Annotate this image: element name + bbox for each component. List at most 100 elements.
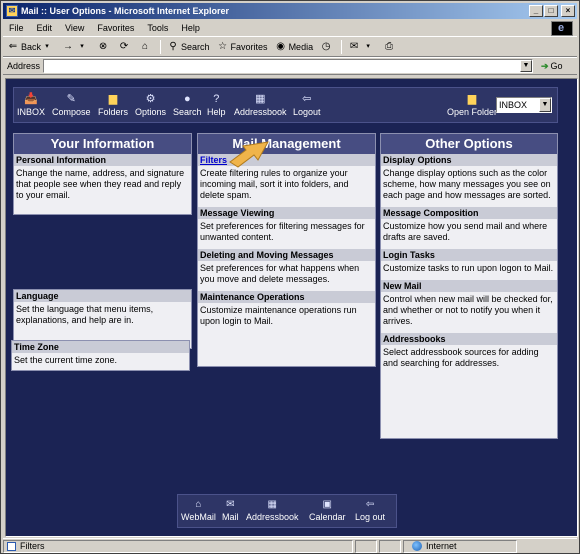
panel-header: Mail Management bbox=[198, 134, 375, 154]
maximize-button[interactable]: □ bbox=[544, 5, 558, 17]
window-title: Mail :: User Options - Microsoft Interne… bbox=[21, 6, 230, 16]
status-cell bbox=[379, 539, 401, 553]
section-title[interactable]: Personal Information bbox=[14, 154, 191, 166]
search-icon: ⚲ bbox=[169, 41, 177, 52]
section-title[interactable]: Maintenance Operations bbox=[198, 291, 375, 303]
title-bar: ✉ Mail :: User Options - Microsoft Inter… bbox=[3, 3, 577, 19]
compose-icon: ✎ bbox=[66, 93, 76, 105]
section-title[interactable]: Display Options bbox=[381, 154, 557, 166]
close-button[interactable]: × bbox=[561, 5, 575, 17]
section-body: Control when new mail will be checked fo… bbox=[383, 294, 553, 326]
time-zone-panel: Time Zone Set the current time zone. bbox=[11, 340, 190, 371]
bottom-nav-mail-label: Mail bbox=[222, 512, 239, 522]
section-body: Select addressbook sources for adding an… bbox=[383, 347, 539, 368]
section-body: Set preferences for what happens when yo… bbox=[200, 263, 360, 284]
nav-addressbook-label: Addressbook bbox=[234, 107, 287, 117]
address-dropdown-button[interactable]: ▼ bbox=[520, 60, 532, 72]
logout-icon: ⇦ bbox=[302, 93, 312, 105]
nav-options-label: Options bbox=[135, 107, 167, 117]
filters-link[interactable]: Filters bbox=[198, 154, 375, 166]
back-label: Back bbox=[21, 42, 42, 52]
forward-button[interactable]: → ▾ bbox=[62, 41, 90, 53]
open-folder-label: Open Folder bbox=[446, 107, 497, 117]
favorites-button[interactable]: ☆ Favorites bbox=[217, 41, 268, 53]
nav-folders[interactable]: ▆ Folders bbox=[98, 91, 128, 117]
refresh-icon: ⟳ bbox=[119, 41, 129, 52]
open-folder-button[interactable]: ▆ Open Folder bbox=[447, 91, 497, 117]
section-title[interactable]: Login Tasks bbox=[381, 249, 557, 261]
go-label: Go bbox=[550, 61, 563, 71]
pointer-arrow-icon bbox=[229, 141, 269, 168]
section-title[interactable]: Message Composition bbox=[381, 207, 557, 219]
address-input[interactable]: ▼ bbox=[43, 59, 533, 73]
bottom-nav-webmail[interactable]: ⌂ WebMail bbox=[181, 498, 216, 522]
mail-icon: ✉ bbox=[349, 41, 359, 52]
mail-button[interactable]: ✉ ▾ bbox=[348, 41, 376, 53]
address-label: Address bbox=[7, 61, 41, 71]
nav-compose-label: Compose bbox=[52, 107, 91, 117]
history-icon: ◷ bbox=[321, 41, 331, 52]
back-button[interactable]: ⇐ Back ▾ bbox=[7, 41, 55, 53]
nav-compose[interactable]: ✎ Compose bbox=[52, 91, 91, 117]
open-folder-icon: ▆ bbox=[467, 93, 477, 105]
nav-inbox[interactable]: 📥 INBOX bbox=[17, 91, 45, 117]
menu-favorites[interactable]: Favorites bbox=[97, 23, 134, 33]
mail-management-panel: Mail Management Filters Create filtering… bbox=[197, 133, 376, 367]
nav-help-label: Help bbox=[207, 107, 226, 117]
section-body: Create filtering rules to organize your … bbox=[200, 168, 349, 200]
section-body: Change the name, address, and signature … bbox=[16, 168, 185, 200]
search-button[interactable]: ⚲ Search bbox=[167, 41, 209, 53]
menu-bar: File Edit View Favorites Tools Help bbox=[3, 20, 577, 37]
section-title[interactable]: Deleting and Moving Messages bbox=[198, 249, 375, 261]
print-button[interactable]: ⎙ bbox=[383, 41, 397, 53]
media-button[interactable]: ◉ Media bbox=[275, 41, 313, 53]
page-icon bbox=[7, 541, 16, 551]
nav-help[interactable]: ? Help bbox=[207, 91, 226, 117]
refresh-button[interactable]: ⟳ bbox=[118, 41, 132, 53]
toolbar-separator bbox=[160, 40, 162, 54]
section-body: Set preferences for filtering messages f… bbox=[200, 221, 365, 242]
bottom-nav-logout[interactable]: ⇦ Log out bbox=[355, 498, 385, 522]
favorites-icon: ☆ bbox=[218, 41, 228, 52]
print-icon: ⎙ bbox=[385, 41, 394, 52]
section-title[interactable]: Time Zone bbox=[12, 341, 189, 353]
home-button[interactable]: ⌂ bbox=[139, 41, 153, 53]
status-text: Filters bbox=[20, 540, 45, 551]
folder-select[interactable]: INBOX ▼ bbox=[496, 97, 552, 113]
history-button[interactable]: ◷ bbox=[320, 41, 334, 53]
section-title[interactable]: Message Viewing bbox=[198, 207, 375, 219]
menu-edit[interactable]: Edit bbox=[37, 23, 53, 33]
back-arrow-icon: ⇐ bbox=[8, 41, 18, 52]
nav-search[interactable]: ● Search bbox=[173, 91, 202, 117]
section-title[interactable]: Addressbooks bbox=[381, 333, 557, 345]
go-button[interactable]: ➔ Go bbox=[541, 61, 563, 72]
menu-tools[interactable]: Tools bbox=[147, 23, 168, 33]
panel-header: Other Options bbox=[381, 134, 557, 154]
section-body: Customize maintenance operations run upo… bbox=[200, 305, 357, 326]
nav-addressbook[interactable]: ▦ Addressbook bbox=[234, 91, 287, 117]
section-title[interactable]: Language bbox=[14, 290, 191, 302]
window-controls: _ □ × bbox=[529, 5, 575, 17]
bottom-nav-addressbook[interactable]: ▦ Addressbook bbox=[246, 498, 299, 522]
section-body: Set the language that menu items, explan… bbox=[16, 304, 154, 325]
bottom-nav-calendar[interactable]: ▣ Calendar bbox=[309, 498, 346, 522]
help-icon: ? bbox=[213, 93, 220, 105]
addressbook-icon: ▦ bbox=[267, 499, 277, 510]
menu-view[interactable]: View bbox=[65, 23, 84, 33]
section-title[interactable]: New Mail bbox=[381, 280, 557, 292]
panel-header: Your Information bbox=[14, 134, 191, 154]
bottom-nav-mail[interactable]: ✉ Mail bbox=[222, 498, 239, 522]
stop-button[interactable]: ⊗ bbox=[97, 41, 111, 53]
nav-search-label: Search bbox=[173, 107, 202, 117]
nav-inbox-label: INBOX bbox=[17, 107, 46, 117]
nav-options[interactable]: ⚙ Options bbox=[135, 91, 166, 117]
menu-help[interactable]: Help bbox=[181, 23, 200, 33]
minimize-button[interactable]: _ bbox=[529, 5, 543, 17]
home-icon: ⌂ bbox=[141, 41, 149, 52]
logout-icon: ⇦ bbox=[365, 499, 375, 510]
nav-logout[interactable]: ⇦ Logout bbox=[293, 91, 321, 117]
menu-file[interactable]: File bbox=[9, 23, 24, 33]
browser-toolbar: ⇐ Back ▾ → ▾ ⊗ ⟳ ⌂ ⚲ Search ☆ Favorites … bbox=[3, 38, 577, 57]
zone-label: Internet bbox=[426, 540, 457, 551]
media-icon: ◉ bbox=[276, 41, 285, 52]
